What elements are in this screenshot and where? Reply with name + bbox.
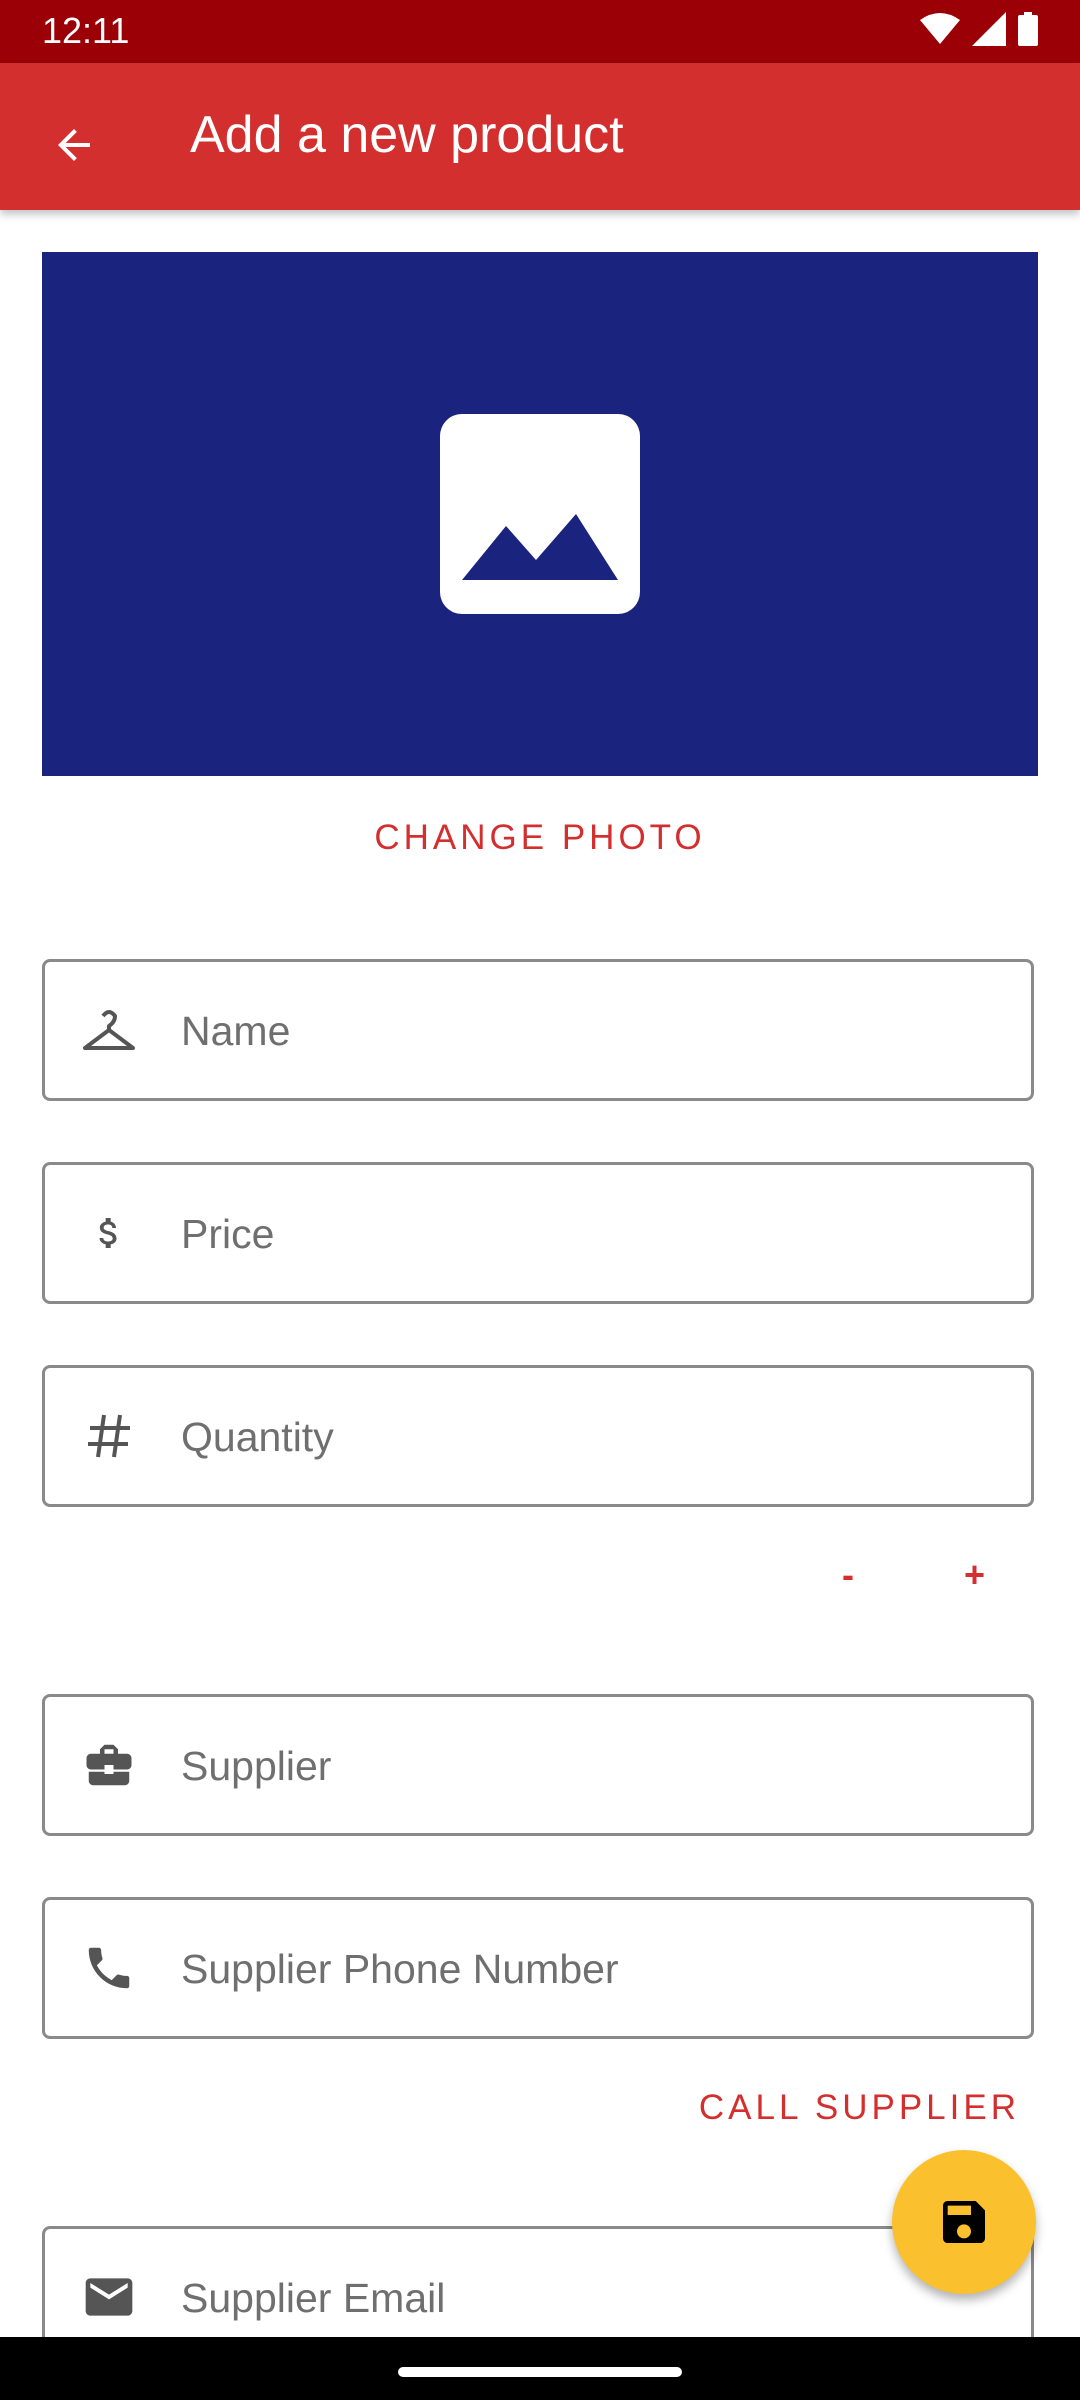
supplier-phone-field[interactable] — [42, 1897, 1034, 2039]
hanger-icon — [77, 998, 141, 1062]
save-icon — [943, 2201, 985, 2243]
back-button[interactable] — [32, 103, 116, 187]
name-field[interactable] — [42, 959, 1034, 1101]
price-field[interactable] — [42, 1162, 1034, 1304]
product-photo[interactable] — [42, 252, 1038, 776]
email-icon — [77, 2265, 141, 2329]
decrement-button[interactable]: - — [842, 1554, 854, 1596]
supplier-field[interactable] — [42, 1694, 1034, 1836]
call-supplier-button[interactable]: CALL SUPPLIER — [699, 2088, 1020, 2128]
quantity-input[interactable] — [179, 1368, 1003, 1506]
arrow-back-icon — [58, 129, 90, 161]
quantity-field[interactable] — [42, 1365, 1034, 1507]
supplier-phone-input[interactable] — [179, 1900, 1003, 2038]
briefcase-icon — [77, 1733, 141, 1797]
page-title: Add a new product — [190, 106, 624, 164]
name-input[interactable] — [179, 962, 1003, 1100]
save-button[interactable] — [892, 2150, 1036, 2294]
dollar-icon — [77, 1201, 141, 1265]
phone-icon — [77, 1936, 141, 2000]
image-placeholder-icon — [440, 414, 640, 614]
status-icons — [920, 12, 1038, 46]
home-handle[interactable] — [398, 2367, 682, 2377]
increment-button[interactable]: + — [964, 1554, 985, 1596]
wifi-icon — [920, 13, 960, 44]
hash-icon — [77, 1404, 141, 1468]
status-bar: 12:11 — [0, 0, 1080, 63]
battery-icon — [1018, 12, 1038, 46]
app-bar: Add a new product — [0, 63, 1080, 210]
price-input[interactable] — [179, 1165, 1003, 1303]
change-photo-button[interactable]: CHANGE PHOTO — [0, 818, 1080, 858]
signal-icon — [972, 12, 1006, 46]
status-time: 12:11 — [42, 10, 130, 51]
supplier-input[interactable] — [179, 1697, 1003, 1835]
